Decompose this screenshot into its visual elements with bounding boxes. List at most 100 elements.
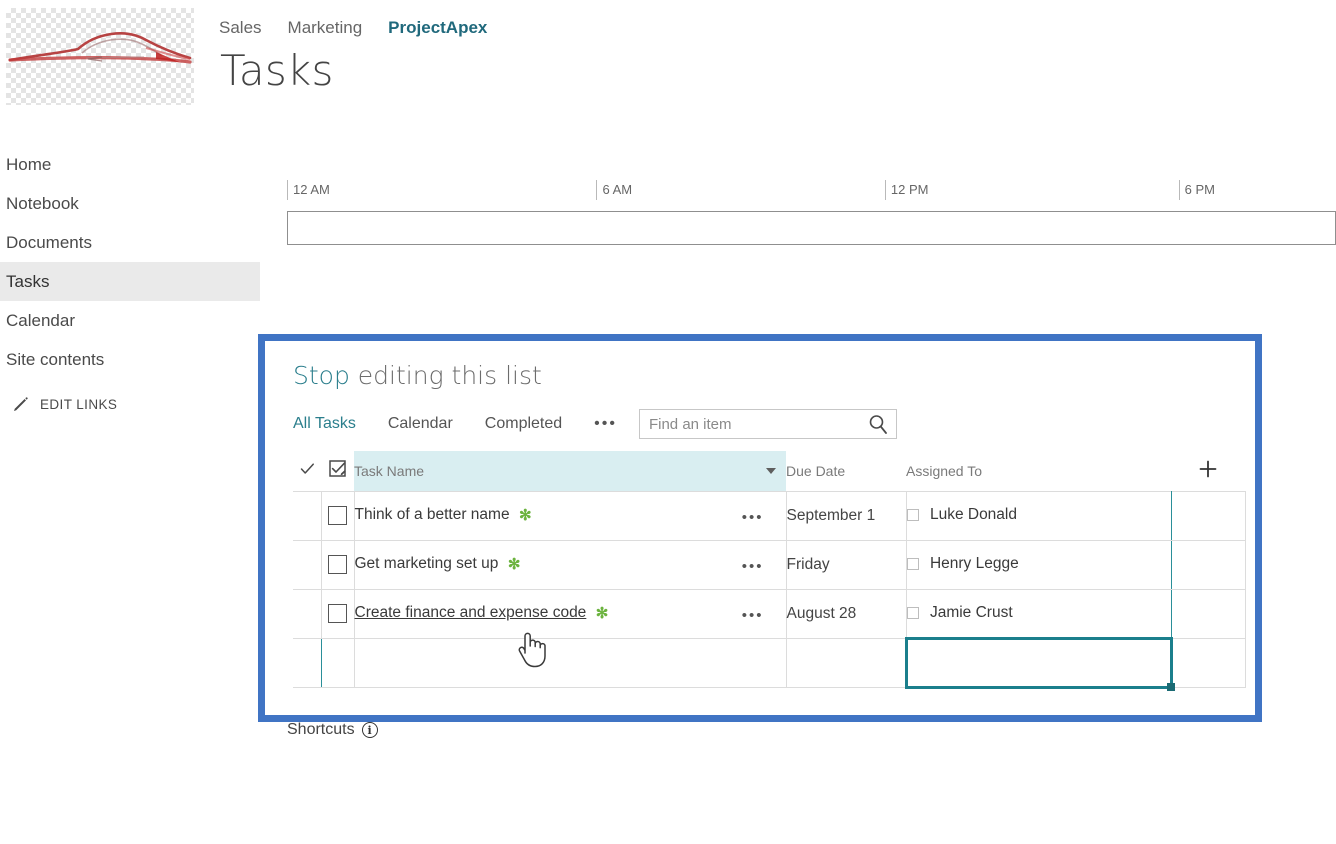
sidebar: Home Notebook Documents Tasks Calendar S…	[0, 145, 260, 413]
plus-icon	[1199, 460, 1217, 478]
assigned-to-text: Henry Legge	[929, 555, 1019, 573]
row-indicator-cell	[293, 490, 322, 541]
task-table: Task Name Due Date Assigned To Think of …	[293, 451, 1246, 691]
due-date-cell[interactable]: Friday	[785, 539, 907, 590]
edit-links-button[interactable]: EDIT LINKS	[0, 396, 260, 413]
task-name-cell[interactable]: Think of a better name ✻ •••	[353, 490, 787, 541]
list-heading-rest: editing this list	[349, 361, 542, 390]
sidebar-item-home[interactable]: Home	[0, 145, 260, 184]
row-menu-button[interactable]: •••	[742, 558, 764, 575]
row-menu-button[interactable]: •••	[742, 509, 764, 526]
search-box[interactable]	[638, 409, 897, 440]
sidebar-item-label: Home	[6, 154, 52, 174]
table-header-row: Task Name Due Date Assigned To	[293, 451, 1245, 491]
task-name-text[interactable]: Create finance and expense code	[355, 604, 587, 621]
assigned-checkbox[interactable]	[906, 606, 919, 619]
assigned-checkbox[interactable]	[906, 558, 919, 571]
row-checkbox[interactable]	[328, 604, 347, 623]
due-date-cell[interactable]: September 1	[785, 490, 907, 541]
page-root: Sales Marketing ProjectApex Tasks Home N…	[0, 0, 1336, 844]
checkbox-edit-icon	[328, 460, 346, 477]
new-item-icon: ✻	[595, 605, 609, 623]
nav-tab-sales[interactable]: Sales	[219, 18, 288, 38]
new-row-assigned-to-cell-selected[interactable]	[904, 636, 1175, 691]
sidebar-item-label: Calendar	[6, 310, 75, 330]
row-end-cell	[1170, 490, 1246, 541]
row-select-cell[interactable]	[320, 539, 355, 590]
column-header-label: Task Name	[354, 462, 425, 479]
new-item-icon: ✻	[519, 507, 532, 525]
timeline-label: 12 PM	[890, 182, 929, 197]
task-name-text[interactable]: Get marketing set up	[355, 555, 499, 572]
row-menu-button[interactable]: •••	[742, 607, 764, 624]
shortcuts-bar: Shortcuts i	[287, 721, 378, 739]
assigned-to-cell[interactable]: Henry Legge	[905, 539, 1172, 590]
view-tab-completed[interactable]: Completed	[485, 415, 562, 433]
column-header-task-name[interactable]: Task Name	[354, 451, 786, 491]
view-tab-calendar[interactable]: Calendar	[388, 415, 453, 433]
timeline-track[interactable]	[287, 211, 1336, 245]
row-indicator-cell	[293, 539, 322, 590]
search-icon[interactable]	[868, 414, 888, 440]
sidebar-item-label: Tasks	[6, 271, 50, 291]
search-input[interactable]	[639, 410, 896, 438]
column-header-check[interactable]	[293, 451, 321, 491]
column-header-due-date[interactable]: Due Date	[786, 451, 906, 491]
timeline-ruler[interactable]: 12 AM 6 AM 12 PM 6 PM	[287, 180, 1336, 245]
row-select-cell[interactable]	[320, 588, 355, 639]
new-row-task-name-cell[interactable]	[353, 637, 787, 688]
new-item-row[interactable]	[293, 636, 1246, 691]
row-select-cell[interactable]	[320, 490, 355, 541]
view-overflow-button[interactable]: •••	[594, 415, 617, 433]
top-navigation: Sales Marketing ProjectApex	[219, 18, 513, 38]
timeline-label: 12 AM	[293, 182, 330, 197]
new-row-select-cell[interactable]	[320, 637, 355, 688]
new-row-due-date-cell[interactable]	[785, 637, 907, 688]
sidebar-item-site-contents[interactable]: Site contents	[0, 340, 260, 379]
stop-editing-link[interactable]: Stop	[293, 361, 350, 390]
sidebar-item-notebook[interactable]: Notebook	[0, 184, 260, 223]
list-heading: Stop editing this list	[293, 361, 542, 390]
sidebar-item-documents[interactable]: Documents	[0, 223, 260, 262]
column-header-label: Due Date	[786, 462, 846, 479]
chevron-down-icon[interactable]	[766, 468, 776, 474]
assigned-checkbox[interactable]	[906, 509, 919, 522]
column-header-select-all[interactable]	[321, 451, 354, 491]
assigned-to-text: Luke Donald	[929, 506, 1017, 524]
table-row[interactable]: Create finance and expense code ✻ ••• Au…	[293, 588, 1246, 639]
site-logo	[6, 8, 194, 105]
column-header-add-column[interactable]	[1171, 451, 1245, 491]
row-checkbox[interactable]	[328, 506, 347, 525]
new-row-end-cell	[1170, 637, 1246, 688]
nav-tab-marketing[interactable]: Marketing	[288, 18, 389, 38]
nav-tab-projectapex[interactable]: ProjectApex	[388, 18, 513, 38]
shortcuts-label: Shortcuts	[287, 721, 355, 738]
row-indicator-cell	[293, 588, 322, 639]
row-checkbox[interactable]	[328, 555, 347, 574]
table-row[interactable]: Think of a better name ✻ ••• September 1…	[293, 490, 1246, 541]
column-header-assigned-to[interactable]: Assigned To	[906, 451, 1171, 491]
fill-handle[interactable]	[1166, 682, 1175, 691]
sidebar-item-label: Documents	[6, 232, 92, 252]
task-name-cell[interactable]: Create finance and expense code ✻ •••	[353, 588, 787, 639]
assigned-to-text: Jamie Crust	[929, 603, 1013, 621]
assigned-to-cell[interactable]: Luke Donald	[905, 490, 1172, 541]
row-end-cell	[1170, 539, 1246, 590]
edit-links-label: EDIT LINKS	[40, 397, 118, 412]
new-row-indicator-cell	[293, 637, 322, 688]
due-date-cell[interactable]: August 28	[785, 588, 907, 639]
task-name-text[interactable]: Think of a better name	[355, 506, 510, 523]
sidebar-item-tasks[interactable]: Tasks	[0, 262, 260, 301]
view-tab-all-tasks[interactable]: All Tasks	[293, 415, 356, 433]
checkmark-icon	[300, 463, 314, 474]
table-row[interactable]: Get marketing set up ✻ ••• Friday Henry …	[293, 539, 1246, 590]
assigned-to-cell[interactable]: Jamie Crust	[905, 588, 1172, 639]
sidebar-item-calendar[interactable]: Calendar	[0, 301, 260, 340]
info-icon[interactable]: i	[361, 722, 378, 738]
sidebar-item-label: Site contents	[6, 349, 105, 369]
task-name-cell[interactable]: Get marketing set up ✻ •••	[353, 539, 787, 590]
pencil-icon	[14, 397, 28, 411]
sidebar-item-label: Notebook	[6, 193, 79, 213]
list-grid: Task Name Due Date Assigned To Think of …	[293, 451, 1246, 691]
page-title: Tasks	[220, 46, 334, 95]
